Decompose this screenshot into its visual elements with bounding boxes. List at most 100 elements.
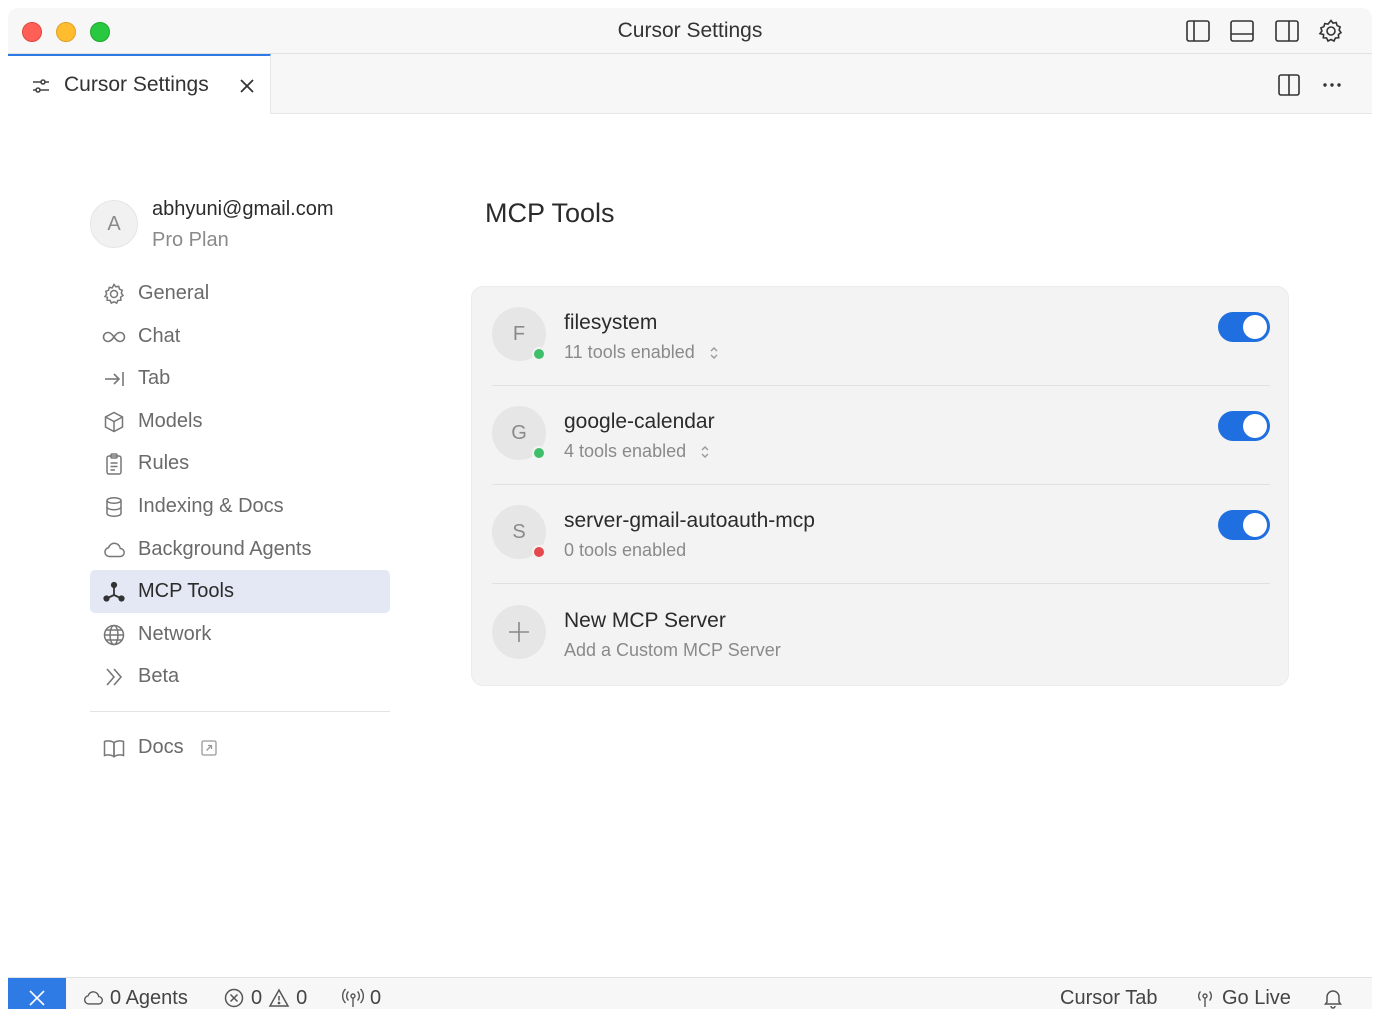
toggle-panel-icon[interactable] [1229,18,1255,44]
title-bar: Cursor Settings [8,8,1372,54]
new-server-title: New MCP Server [564,609,726,632]
cube-icon [104,411,124,433]
remote-connection-icon [29,990,45,1006]
cursor-tab-status[interactable]: Cursor Tab [1060,984,1157,1009]
chevron-up-down-icon [710,347,718,360]
split-editor-icon[interactable] [1276,72,1302,98]
account-summary: A abhyuni@gmail.com Pro Plan [90,198,390,268]
sidebar-item-docs[interactable]: Docs [90,726,390,768]
book-icon [103,740,125,758]
ports-status[interactable]: 0 [342,984,381,1009]
chevron-up-down-icon [701,446,709,459]
tab-arrow-icon [105,372,124,387]
mcp-servers-card: F filesystem 11 tools enabled G google-c… [471,286,1289,686]
error-count: 0 [251,986,263,1009]
remote-indicator-button[interactable] [8,978,66,1009]
more-actions-icon[interactable] [1319,72,1345,98]
external-link-icon [201,740,217,756]
mcp-server-row-filesystem[interactable]: F filesystem 11 tools enabled [492,287,1270,386]
ports-count: 0 [370,986,382,1009]
gear-icon [103,283,125,305]
plus-icon [509,622,529,642]
error-circle-icon [224,988,244,1008]
broadcast-icon [342,988,364,1007]
status-indicator [532,545,546,559]
account-email: abhyuni@gmail.com [152,198,334,220]
new-mcp-server-row[interactable]: New MCP Server Add a Custom MCP Server [492,585,1270,684]
cloud-icon [104,542,125,557]
sidebar-item-indexing-docs[interactable]: Indexing & Docs [90,485,390,528]
bell-icon [1324,990,1342,1009]
toggle-secondary-sidebar-icon[interactable] [1274,18,1300,44]
sidebar-item-background-agents[interactable]: Background Agents [90,528,390,571]
sidebar-divider [90,711,390,712]
warning-triangle-icon [268,988,290,1007]
notifications-button[interactable] [1322,984,1344,1009]
window-title: Cursor Settings [617,19,763,42]
database-icon [106,496,122,518]
mcp-server-row-google-calendar[interactable]: G google-calendar 4 tools enabled [492,386,1270,485]
infinity-icon [102,331,126,342]
new-server-subtitle: Add a Custom MCP Server [564,640,781,660]
server-enabled-toggle[interactable] [1218,510,1270,540]
avatar: A [90,200,138,248]
sidebar-item-chat[interactable]: Chat [90,315,390,358]
editor-tab-bar: Cursor Settings [8,54,1372,114]
toggle-primary-sidebar-icon[interactable] [1185,18,1211,44]
double-chevron-icon [106,668,123,686]
sidebar-item-models[interactable]: Models [90,400,390,443]
mcp-nodes-icon [103,582,125,602]
go-live-label: Go Live [1222,986,1291,1009]
status-indicator [532,446,546,460]
server-name: filesystem [564,311,658,334]
go-live-button[interactable]: Go Live [1194,984,1291,1009]
app-window: Cursor Settings Cursor Settings A abhyun… [8,8,1372,1009]
sidebar-item-tab[interactable]: Tab [90,357,390,400]
server-enabled-toggle[interactable] [1218,312,1270,342]
problems-status[interactable]: 0 0 [223,984,307,1009]
agents-status[interactable]: 0 Agents [82,984,188,1009]
sidebar-item-label: Docs [138,736,184,758]
cloud-icon [84,991,103,1005]
sidebar-item-label: Network [138,622,212,645]
agents-count: 0 Agents [110,986,188,1009]
sidebar-item-label: Chat [138,324,181,347]
server-enabled-toggle[interactable] [1218,411,1270,441]
page-title: MCP Tools [485,198,615,228]
sidebar-item-beta[interactable]: Beta [90,655,390,698]
sidebar-item-rules[interactable]: Rules [90,442,390,485]
status-bar: 0 Agents 0 0 0 Cursor Tab Go Live [8,977,1372,1009]
server-tools-count[interactable]: 4 tools enabled [564,441,711,462]
sidebar-item-label: Beta [138,665,180,688]
add-server-button[interactable] [492,605,546,659]
tab-label: Cursor Settings [64,73,209,96]
server-tools-count[interactable]: 11 tools enabled [564,342,720,363]
tools-enabled-label: 11 tools enabled [564,342,695,362]
sidebar-item-label: Rules [138,452,190,475]
sidebar-item-label: Models [138,409,203,432]
sliders-icon [33,79,49,93]
sidebar-item-label: Background Agents [138,537,312,560]
close-icon[interactable] [236,75,258,97]
tab-cursor-settings[interactable]: Cursor Settings [8,54,271,114]
cursor-tab-label: Cursor Tab [1060,986,1158,1009]
sidebar-item-general[interactable]: General [90,272,390,315]
status-indicator [532,347,546,361]
server-name: server-gmail-autoauth-mcp [564,509,815,532]
settings-sidebar: General Chat Tab Models Rules Indexing &… [90,272,390,698]
tools-enabled-label: 4 tools enabled [564,441,687,461]
server-tools-count: 0 tools enabled [564,540,687,560]
broadcast-icon [1198,991,1212,1007]
sidebar-item-network[interactable]: Network [90,613,390,656]
sidebar-item-label: General [138,282,210,304]
globe-icon [103,624,125,645]
warning-count: 0 [296,986,308,1009]
sidebar-item-label: Tab [138,367,171,390]
mcp-server-row-server-gmail-autoauth-mcp[interactable]: S server-gmail-autoauth-mcp 0 tools enab… [492,485,1270,584]
server-name: google-calendar [564,410,715,433]
sidebar-item-mcp-tools[interactable]: MCP Tools [90,570,390,613]
sidebar-item-label: MCP Tools [138,580,234,603]
account-plan: Pro Plan [152,229,229,251]
clipboard-icon [106,453,122,476]
settings-gear-icon[interactable] [1318,18,1344,44]
